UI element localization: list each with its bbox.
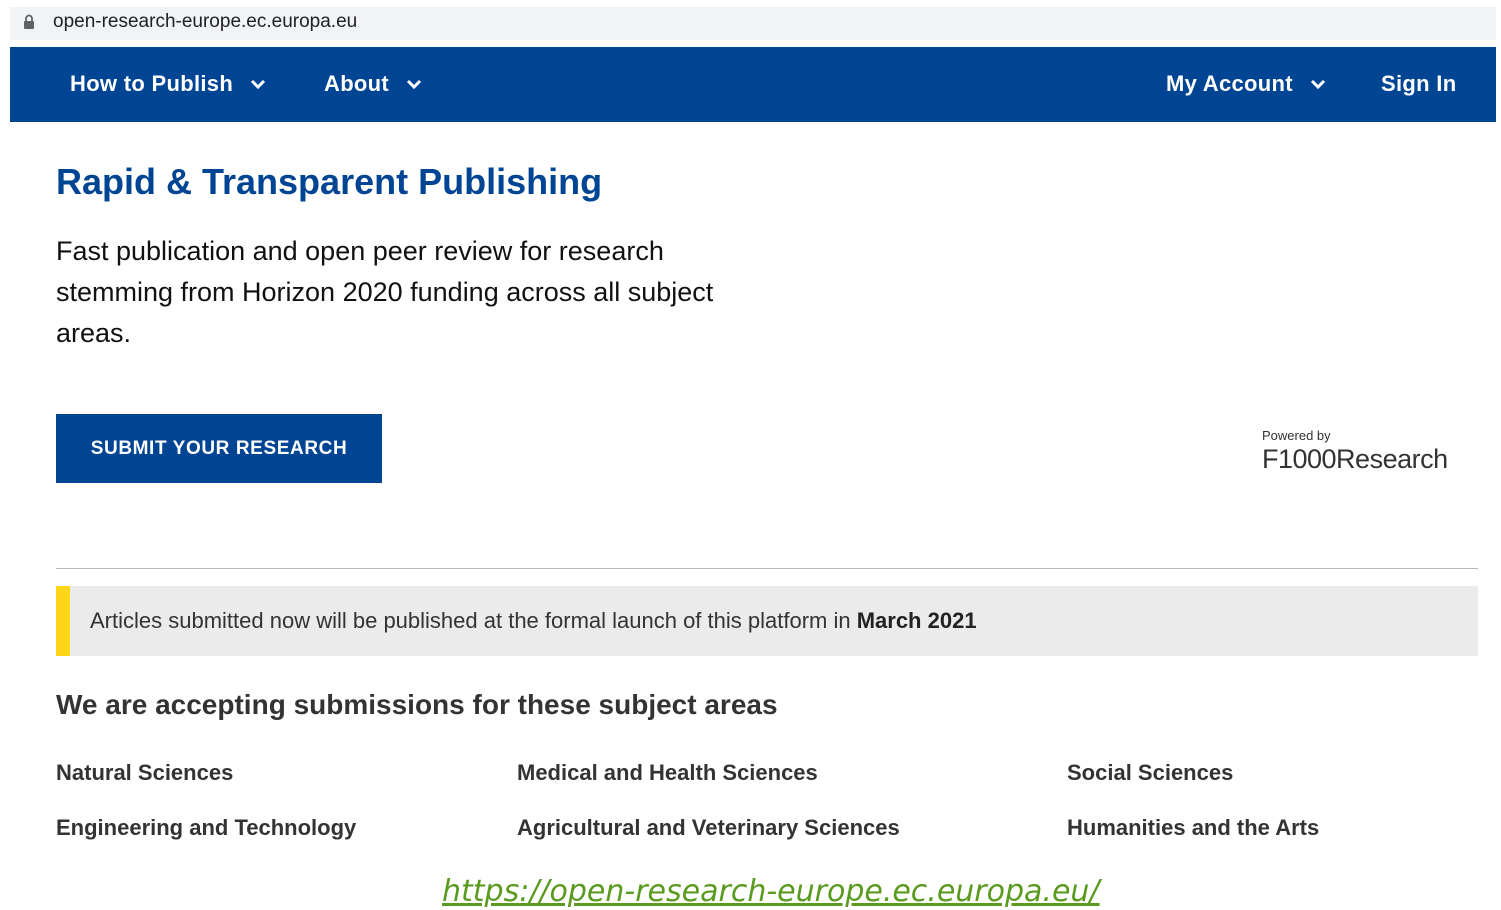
divider [56,568,1478,569]
notice-text: Articles submitted now will be published… [90,608,977,634]
hero-description: Fast publication and open peer review fo… [56,236,714,348]
f1000research-logo: F1000Research [1262,444,1448,474]
top-navigation: How to Publish About My Account Sign In [10,47,1496,122]
chevron-down-icon [406,79,422,90]
subjects-heading: We are accepting submissions for these s… [56,689,778,720]
address-bar[interactable]: open-research-europe.ec.europa.eu [10,7,1496,40]
subject-agricultural-veterinary-sciences[interactable]: Agricultural and Veterinary Sciences [517,815,900,841]
chevron-down-icon [1310,79,1325,90]
subject-medical-health-sciences[interactable]: Medical and Health Sciences [517,760,818,786]
nav-sign-in[interactable]: Sign In [1381,71,1456,97]
nav-about-label: About [324,71,390,96]
page: open-research-europe.ec.europa.eu How to… [0,0,1501,910]
nav-sign-in-label: Sign In [1381,71,1457,96]
powered-by-label: Powered by [1262,428,1331,443]
launch-notice: Articles submitted now will be published… [56,586,1478,656]
subject-natural-sciences[interactable]: Natural Sciences [56,760,233,786]
page-title: Rapid & Transparent Publishing [56,161,603,202]
lock-icon [24,14,34,29]
notice-accent-bar [56,586,70,656]
nav-my-account[interactable]: My Account [1166,71,1326,97]
powered-by-logo[interactable]: Powered by F1000Research [1262,428,1467,473]
nav-how-to-publish-label: How to Publish [70,71,234,96]
url-text[interactable]: open-research-europe.ec.europa.eu [53,11,357,33]
notice-date: March 2021 [856,608,977,633]
nav-about[interactable]: About [324,71,422,97]
subject-social-sciences[interactable]: Social Sciences [1067,760,1233,786]
footer-url-link[interactable]: https://open-research-europe.ec.europa.e… [442,874,1100,910]
subject-engineering-technology[interactable]: Engineering and Technology [56,815,356,841]
nav-how-to-publish[interactable]: How to Publish [70,71,266,97]
submit-research-button[interactable]: SUBMIT YOUR RESEARCH [56,414,382,483]
notice-message: Articles submitted now will be published… [90,608,857,633]
chevron-down-icon [251,79,266,90]
nav-my-account-label: My Account [1166,71,1293,96]
subject-humanities-arts[interactable]: Humanities and the Arts [1067,815,1319,841]
